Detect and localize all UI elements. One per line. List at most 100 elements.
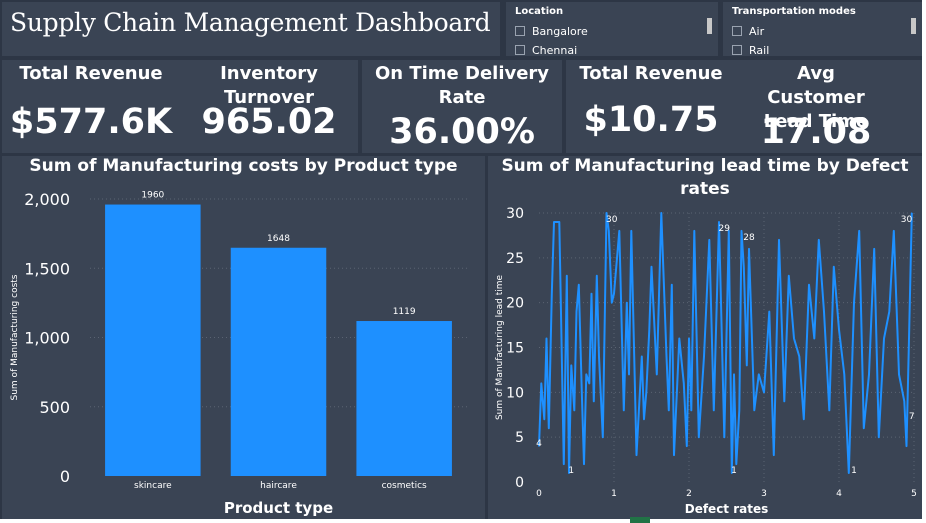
- location-slicer[interactable]: Location Bangalore Chennai: [506, 2, 718, 57]
- data-point: [690, 409, 692, 411]
- data-point: [583, 463, 585, 465]
- x-tick-label: 4: [836, 489, 842, 499]
- data-point: [828, 409, 830, 411]
- data-point: [573, 409, 575, 411]
- bar-chart-svg: 0 500 1,000 1,500 2,000 1960 skincare 1648 hairc…: [10, 190, 467, 517]
- y-tick-label: 20: [506, 296, 524, 312]
- data-point: [733, 373, 735, 375]
- data-point: [903, 400, 905, 402]
- data-point: [905, 445, 908, 447]
- data-point: [688, 337, 690, 340]
- data-point: [793, 337, 795, 340]
- location-slicer-header: Location: [515, 6, 564, 17]
- point-data-label: 1: [851, 466, 857, 476]
- point-data-label: 30: [901, 215, 913, 225]
- data-point: [650, 266, 653, 268]
- data-point: [863, 427, 865, 429]
- data-point: [598, 355, 600, 358]
- data-point: [648, 328, 650, 331]
- checkbox-icon[interactable]: [515, 26, 525, 36]
- data-point: [566, 275, 568, 277]
- series-line: [538, 212, 913, 474]
- x-axis-label: Product type: [224, 499, 333, 517]
- data-point: [813, 337, 815, 340]
- data-point: [645, 391, 647, 393]
- slicer-item-bangalore[interactable]: Bangalore: [515, 24, 588, 38]
- point-data-label: 29: [719, 224, 731, 234]
- y-tick-label: 30: [506, 206, 524, 222]
- data-point: [673, 454, 675, 456]
- data-point: [778, 239, 780, 241]
- checkbox-icon[interactable]: [732, 26, 742, 36]
- bar-data-label: 1119: [393, 307, 416, 317]
- data-point: [626, 302, 628, 304]
- point-data-label: 1: [568, 466, 574, 476]
- checkbox-icon[interactable]: [515, 45, 525, 55]
- line-chart-panel: Sum of Manufacturing lead time by Defect…: [488, 156, 922, 519]
- data-point: [858, 230, 860, 232]
- kpi-panel-right: Total Revenue $10.75 Avg Customer Lead T…: [566, 60, 922, 153]
- transportation-slicer[interactable]: Transportation modes Air Rail: [723, 2, 922, 57]
- data-point: [596, 275, 598, 277]
- point-data-label: 1: [731, 466, 737, 476]
- point-data-label: 4: [536, 439, 542, 449]
- data-point: [545, 337, 548, 340]
- kpi-avg-customer-lead-time: Avg Customer Lead Time 17.08: [736, 60, 896, 153]
- data-point: [635, 454, 638, 456]
- data-point: [558, 221, 560, 223]
- data-point: [623, 409, 625, 411]
- x-tick-label: cosmetics: [382, 481, 427, 491]
- data-point: [748, 248, 750, 250]
- data-point: [668, 409, 670, 411]
- data-point: [703, 355, 705, 358]
- location-slicer-scrollbar[interactable]: [707, 18, 712, 34]
- data-point: [848, 472, 850, 474]
- data-point: [671, 284, 673, 286]
- data-point: [665, 355, 668, 358]
- kpi-label: Total Revenue: [19, 63, 163, 84]
- line-chart-svg: 0 5 10 15 20 25 30 0 1 2 3 4 5 4 1 30 29 1 28 1 30 7 Defect ra…: [495, 206, 917, 516]
- slicer-item-air[interactable]: Air: [732, 24, 764, 38]
- dashboard-canvas: Supply Chain Management Dashboard Locati…: [0, 0, 922, 519]
- slicer-item-label: Rail: [749, 43, 770, 57]
- data-point: [588, 382, 590, 384]
- data-point: [868, 373, 870, 375]
- slicer-item-chennai[interactable]: Chennai: [515, 43, 577, 57]
- data-point: [585, 373, 587, 375]
- y-tick-label: 25: [506, 251, 524, 267]
- y-axis-label: Sum of Manufacturing lead time: [495, 275, 505, 421]
- checkbox-icon[interactable]: [732, 45, 742, 55]
- y-tick-label: 10: [506, 385, 524, 401]
- data-point: [753, 409, 755, 411]
- data-point: [763, 391, 765, 393]
- slicer-item-rail[interactable]: Rail: [732, 43, 769, 57]
- bar-data-label: 1648: [267, 234, 290, 244]
- kpi-inventory-turnover: Inventory Turnover 965.02: [180, 60, 358, 153]
- data-point: [883, 337, 885, 340]
- title-panel: Supply Chain Management Dashboard: [2, 2, 500, 56]
- y-tick-label: 5: [515, 430, 524, 446]
- kpi-total-revenue: Total Revenue $577.6K: [2, 60, 180, 153]
- data-point: [798, 355, 800, 358]
- data-point: [853, 302, 855, 304]
- transportation-slicer-scrollbar[interactable]: [911, 18, 916, 34]
- slicer-item-label: Air: [749, 24, 765, 38]
- point-data-label: 30: [606, 215, 618, 225]
- data-point: [768, 311, 770, 313]
- kpi-value: $577.6K: [9, 102, 173, 142]
- data-point: [628, 373, 630, 375]
- data-point: [708, 239, 710, 241]
- bar-chart-panel: Sum of Manufacturing costs by Product ty…: [2, 156, 485, 519]
- kpi-label: Total Revenue: [579, 63, 723, 84]
- data-point: [873, 248, 875, 250]
- data-point: [878, 436, 880, 438]
- data-point: [570, 364, 572, 367]
- kpi-total-revenue-2: Total Revenue $10.75: [566, 60, 736, 153]
- data-point: [630, 230, 632, 232]
- data-point: [773, 454, 775, 456]
- data-point: [593, 400, 595, 402]
- data-point: [563, 463, 565, 465]
- x-axis-label: Defect rates: [685, 502, 769, 516]
- data-point: [656, 373, 658, 375]
- data-point: [608, 230, 610, 232]
